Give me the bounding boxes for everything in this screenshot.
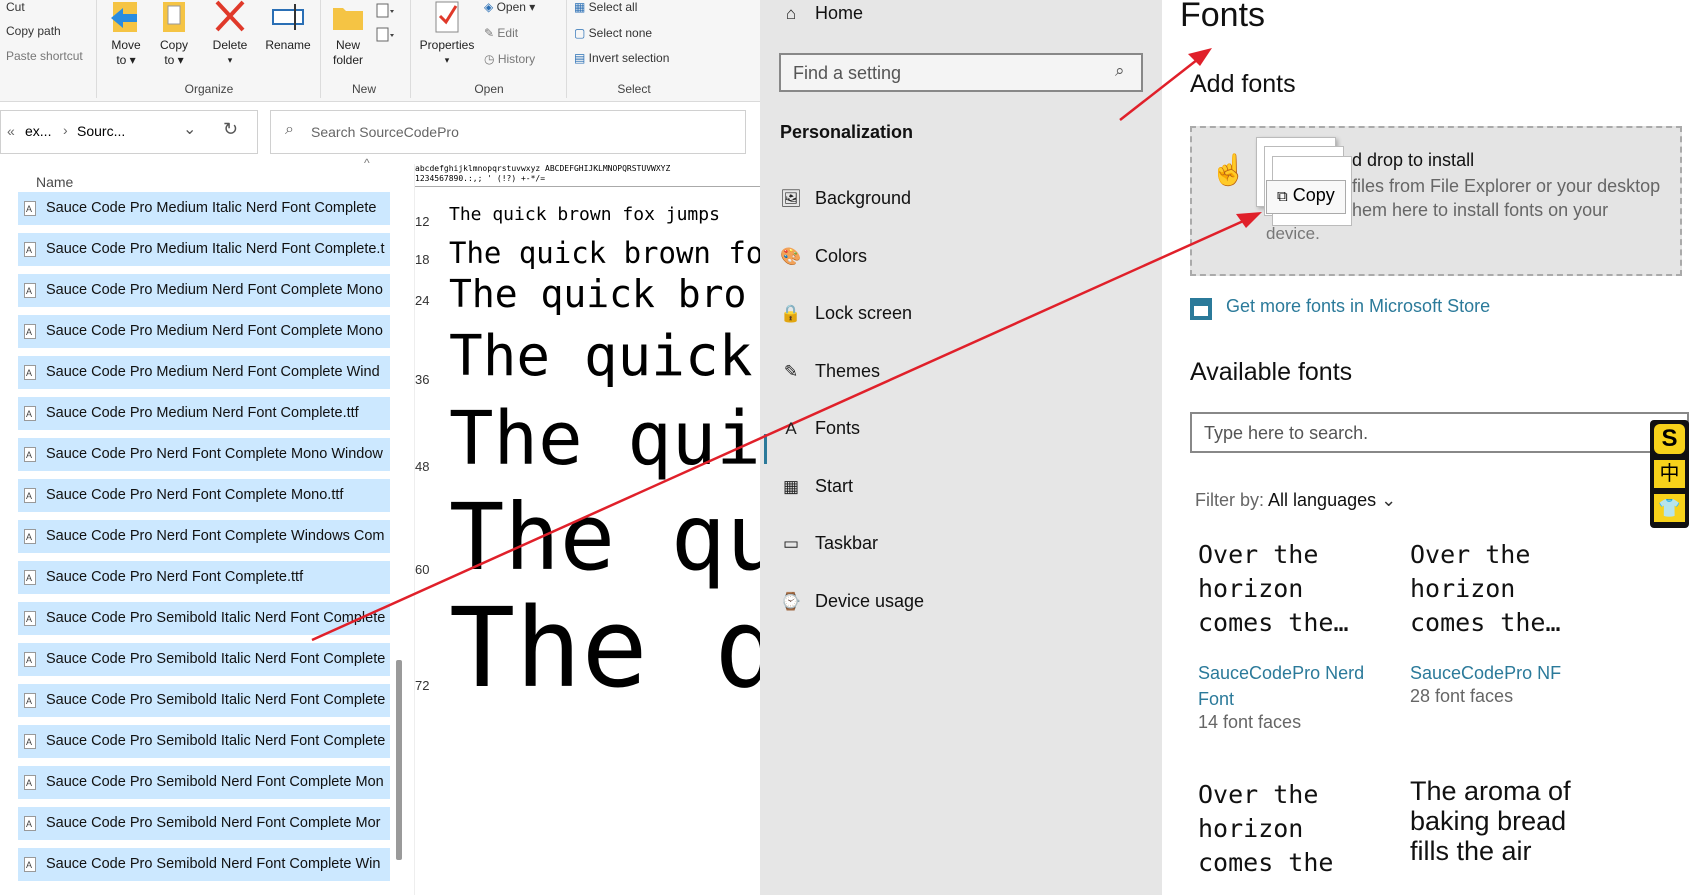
font-card-sample[interactable]: Over the horizon comes the… xyxy=(1410,538,1561,640)
background-icon: 🖼 xyxy=(780,189,802,208)
font-card-name-line: SauceCodePro Nerd xyxy=(1198,663,1365,683)
lock-screen-icon: 🔒 xyxy=(780,304,802,323)
font-card-sample[interactable]: Over the horizon comes the… xyxy=(1198,538,1349,640)
font-card-faces: 28 font faces xyxy=(1410,686,1514,706)
font-card-name-line: SauceCodePro NF xyxy=(1410,663,1562,683)
nav-item[interactable]: Background xyxy=(815,188,911,209)
nav-item[interactable]: Colors xyxy=(815,246,867,267)
start-icon: ▦ xyxy=(782,476,800,496)
nav-item[interactable]: Fonts xyxy=(815,418,860,439)
themes-icon: ✎ xyxy=(783,361,799,381)
annotation-arrows xyxy=(311,48,1262,642)
arrow-line xyxy=(1119,55,1203,121)
device-usage-icon: ⌚ xyxy=(780,591,802,611)
colors-icon: 🎨 xyxy=(780,246,802,266)
fonts-icon: A xyxy=(785,419,797,438)
nav-item[interactable]: Taskbar xyxy=(815,533,878,554)
font-card-faces: 14 font faces xyxy=(1198,712,1302,732)
font-card-sample[interactable]: Over the horizon comes the xyxy=(1198,778,1333,880)
taskbar-icon: ▭ xyxy=(782,534,800,553)
nav-item[interactable]: Start xyxy=(815,476,853,497)
nav-item[interactable]: Device usage xyxy=(815,591,924,612)
nav-item[interactable]: Themes xyxy=(815,361,880,382)
font-card-sample[interactable]: The aroma of baking bread fills the air xyxy=(1410,776,1571,866)
font-card-name-line: Font xyxy=(1198,689,1235,709)
nav-item[interactable]: Lock screen xyxy=(815,303,912,324)
arrow-head xyxy=(1236,212,1262,228)
font-card-name[interactable]: SauceCodePro Nerd Font xyxy=(1198,660,1364,712)
font-card-name[interactable]: SauceCodePro NF xyxy=(1410,660,1561,686)
